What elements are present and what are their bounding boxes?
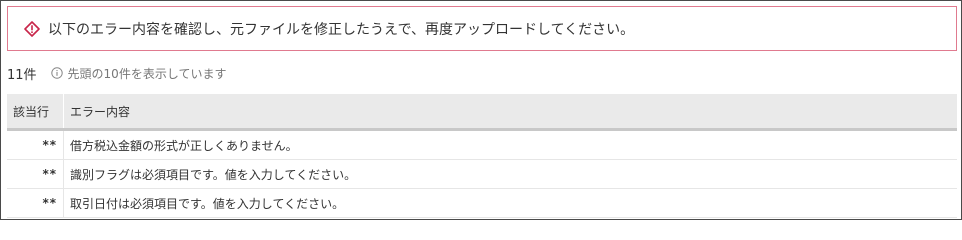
table-row: ** 識別フラグは必須項目です。値を入力してください。 <box>7 159 957 189</box>
error-message-cell: 借方税込金額の形式が正しくありません。 <box>63 129 957 160</box>
error-alert: 以下のエラー内容を確認し、元ファイルを修正したうえで、再度アップロードしてくださ… <box>7 6 957 51</box>
table-row: ** 借方税込金額の形式が正しくありません。 <box>7 129 957 160</box>
column-header-error: エラー内容 <box>63 94 957 131</box>
error-table: 該当行 エラー内容 ** 借方税込金額の形式が正しくありません。 ** 識別フラ… <box>7 94 957 218</box>
error-message-cell: 取引日付は必須項目です。値を入力してください。 <box>63 188 957 218</box>
column-header-row: 該当行 <box>7 94 64 131</box>
row-number-cell: ** <box>7 159 64 189</box>
table-header-row: 該当行 エラー内容 <box>7 94 957 131</box>
result-summary: 11件 先頭の10件を表示しています <box>7 63 226 83</box>
error-message-cell: 識別フラグは必須項目です。値を入力してください。 <box>63 159 957 189</box>
error-panel: 以下のエラー内容を確認し、元ファイルを修正したうえで、再度アップロードしてくださ… <box>0 0 962 220</box>
row-number-cell: ** <box>7 188 64 218</box>
display-limit-note: 先頭の10件を表示しています <box>67 66 227 81</box>
result-count: 11件 <box>7 67 37 83</box>
warning-diamond-icon <box>24 20 40 37</box>
info-circle-icon <box>50 67 63 79</box>
alert-message: 以下のエラー内容を確認し、元ファイルを修正したうえで、再度アップロードしてくださ… <box>48 21 635 38</box>
row-number-cell: ** <box>7 129 64 160</box>
table-row: ** 取引日付は必須項目です。値を入力してください。 <box>7 188 957 218</box>
